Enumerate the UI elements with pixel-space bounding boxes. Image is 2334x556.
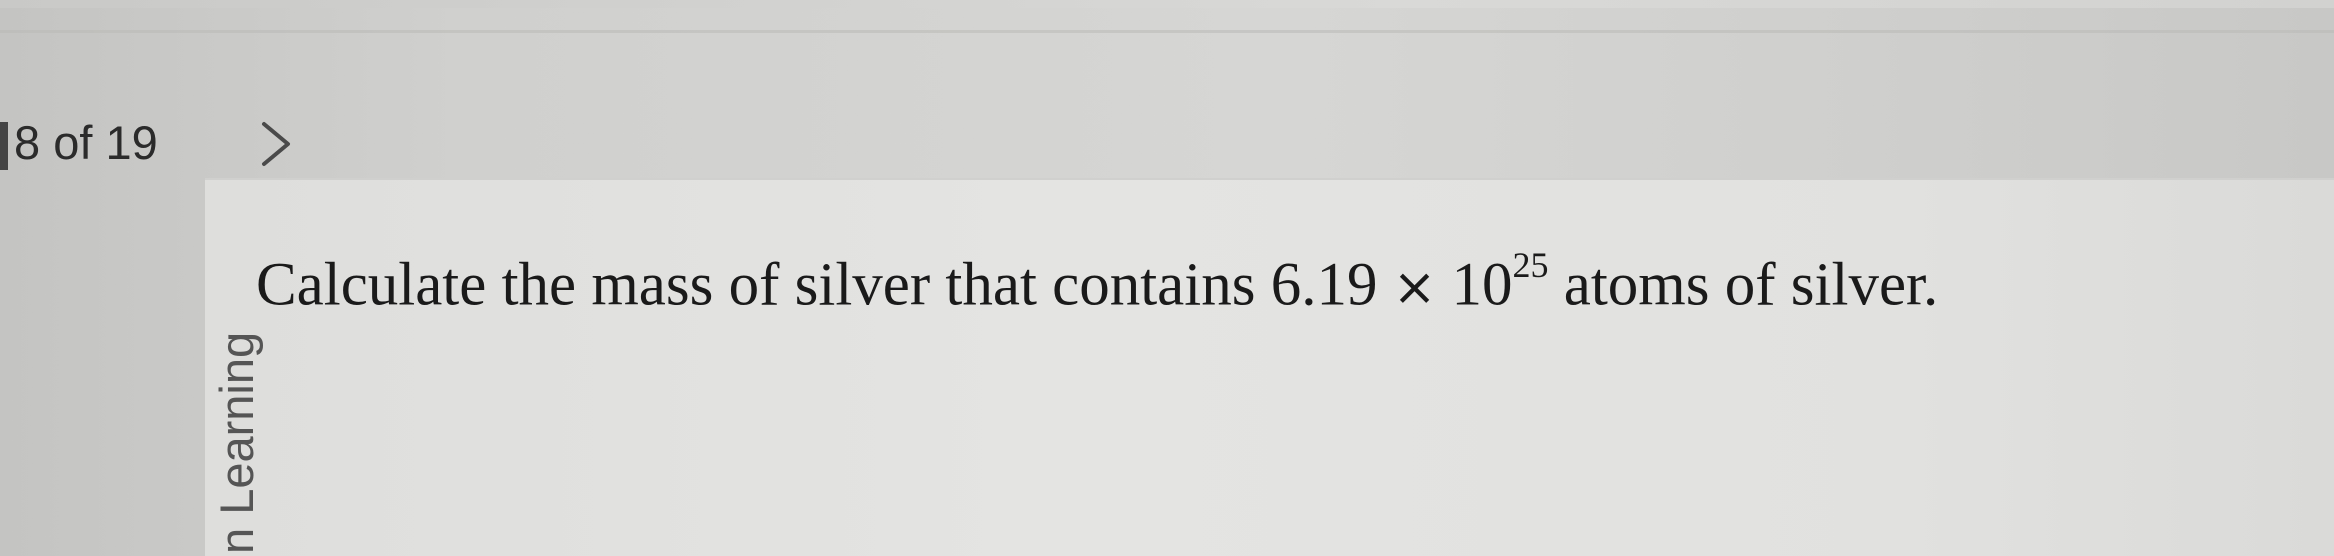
times-symbol: × [1392,257,1437,318]
progress-marker [0,122,8,170]
question-prefix: Calculate the mass of silver that contai… [256,251,1271,319]
sidebar-vertical-label: n Learning [210,331,263,554]
question-text: Calculate the mass of silver that contai… [256,245,1939,320]
chevron-right-icon [262,122,290,166]
question-base: 10 [1451,251,1513,319]
question-mantissa: 6.19 [1270,251,1378,319]
question-counter: 8 of 19 [14,116,158,169]
top-divider [0,0,2334,8]
next-question-button[interactable] [256,118,298,170]
question-exponent: 25 [1512,245,1549,285]
question-panel [205,178,2334,556]
header-rule [0,30,2334,33]
question-suffix: atoms of silver. [1548,251,1939,319]
